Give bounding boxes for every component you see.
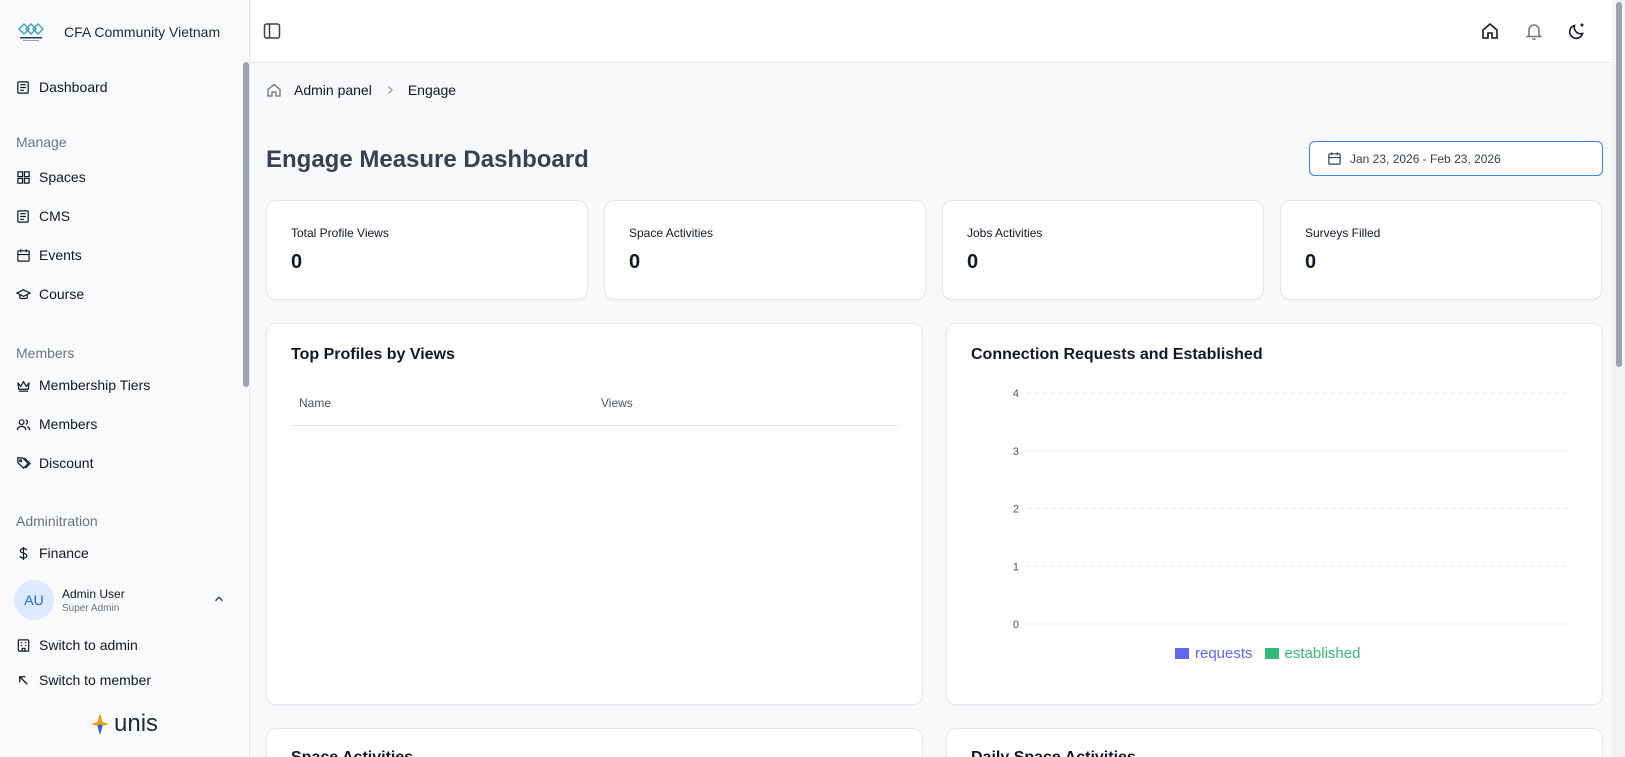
sidebar-item-members[interactable]: Members xyxy=(16,416,97,432)
calendar-icon xyxy=(17,248,30,262)
switch-to-admin-button[interactable]: Switch to admin xyxy=(16,637,138,653)
sidebar-item-events[interactable]: Events xyxy=(16,247,82,263)
newspaper-icon xyxy=(17,80,29,94)
cfa-logo-icon xyxy=(18,23,44,41)
stat-value: 0 xyxy=(967,251,979,273)
topbar xyxy=(251,0,1625,63)
stat-card-surveys-filled: Surveys Filled 0 xyxy=(1280,200,1602,300)
breadcrumb: Admin panel Engage xyxy=(266,82,456,98)
unis-logo-text: unis xyxy=(114,710,159,737)
switch-to-member-button[interactable]: Switch to member xyxy=(16,672,151,688)
user-role: Super Admin xyxy=(62,602,120,614)
stat-value: 0 xyxy=(1305,251,1317,273)
bell-icon[interactable] xyxy=(1524,21,1544,41)
newspaper-icon xyxy=(17,209,29,223)
stat-label: Space Activities xyxy=(629,226,714,240)
stat-card-jobs-activities: Jobs Activities 0 xyxy=(942,200,1264,300)
sparkle-logo-icon xyxy=(91,713,109,735)
y-tick-label: 1 xyxy=(1013,561,1019,573)
stat-label: Total Profile Views xyxy=(291,226,389,240)
legend-swatch-established xyxy=(1264,648,1279,659)
sidebar-item-label: CMS xyxy=(39,208,71,224)
section-label-manage: Manage xyxy=(16,134,67,150)
y-tick-label: 4 xyxy=(1013,388,1019,400)
switch-to-member-label: Switch to member xyxy=(39,672,152,688)
brand-name: CFA Community Vietnam xyxy=(64,24,221,40)
sidebar-item-label: Spaces xyxy=(39,169,86,185)
sidebar-item-label: Members xyxy=(39,416,98,432)
sidebar-item-membership-tiers[interactable]: Membership Tiers xyxy=(16,377,150,393)
legend-label-requests[interactable]: requests xyxy=(1195,645,1253,662)
sidebar-item-label: Membership Tiers xyxy=(39,377,151,393)
crown-icon xyxy=(17,380,30,392)
arrow-up-left-icon xyxy=(19,675,28,685)
sidebar-toggle-icon[interactable] xyxy=(262,21,282,41)
section-label-members: Members xyxy=(16,345,75,361)
calendar-icon xyxy=(1328,152,1341,165)
panel-title: Space Activities xyxy=(291,749,413,757)
sidebar-item-label: Discount xyxy=(39,455,94,471)
brand[interactable]: CFA Community Vietnam xyxy=(16,18,220,46)
switch-to-admin-label: Switch to admin xyxy=(39,637,138,653)
date-range-value: Jan 23, 2026 - Feb 23, 2026 xyxy=(1350,151,1501,166)
unis-logo: unis xyxy=(90,710,158,738)
y-tick-label: 0 xyxy=(1013,619,1019,631)
stat-card-space-activities: Space Activities 0 xyxy=(604,200,926,300)
building-icon xyxy=(17,638,30,652)
sidebar-item-dashboard[interactable]: Dashboard xyxy=(16,79,108,95)
chart-legend: requests established xyxy=(1175,645,1360,662)
y-tick-label: 2 xyxy=(1013,504,1019,516)
chevron-right-icon xyxy=(387,86,393,94)
breadcrumb-current: Engage xyxy=(407,82,457,98)
stat-value: 0 xyxy=(291,251,303,273)
sidebar-scrollbar[interactable] xyxy=(243,62,249,387)
daily-space-activities-panel: Daily Space Activities xyxy=(946,728,1603,757)
home-breadcrumb-icon[interactable] xyxy=(266,82,282,98)
user-menu[interactable]: AU Admin User Super Admin xyxy=(14,580,236,620)
date-range-picker[interactable]: Jan 23, 2026 - Feb 23, 2026 xyxy=(1309,141,1603,176)
panel-title: Daily Space Activities xyxy=(971,749,1136,757)
space-activities-panel: Space Activities xyxy=(266,728,923,757)
users-icon xyxy=(16,418,31,430)
graduation-cap-icon xyxy=(16,288,31,299)
sidebar-item-label: Events xyxy=(39,247,82,263)
sidebar-item-cms[interactable]: CMS xyxy=(16,208,70,224)
stat-card-total-profile-views: Total Profile Views 0 xyxy=(266,200,588,300)
stat-label: Jobs Activities xyxy=(967,226,1043,240)
y-tick-label: 3 xyxy=(1013,446,1019,458)
column-header-name[interactable]: Name xyxy=(299,396,331,410)
sidebar-item-course[interactable]: Course xyxy=(16,286,84,302)
column-header-views[interactable]: Views xyxy=(601,396,633,410)
legend-swatch-requests xyxy=(1175,648,1189,659)
panel-title: Top Profiles by Views xyxy=(291,346,455,363)
breadcrumb-admin-panel[interactable]: Admin panel xyxy=(294,82,372,98)
sidebar-item-label: Finance xyxy=(39,545,89,561)
grid-icon xyxy=(17,170,30,184)
top-profiles-panel: Top Profiles by Views Name Views xyxy=(266,323,923,705)
stat-label: Surveys Filled xyxy=(1305,226,1381,240)
chevron-up-icon[interactable] xyxy=(212,592,226,606)
table-header: Name Views xyxy=(291,396,899,426)
tags-icon xyxy=(17,456,31,469)
legend-label-established[interactable]: established xyxy=(1285,645,1361,662)
sidebar: CFA Community Vietnam Dashboard Manage S… xyxy=(0,0,250,757)
moon-icon[interactable] xyxy=(1567,21,1587,41)
sidebar-item-finance[interactable]: Finance xyxy=(16,545,89,561)
home-icon[interactable] xyxy=(1480,21,1500,41)
sidebar-item-discount[interactable]: Discount xyxy=(16,455,93,471)
page-title: Engage Measure Dashboard xyxy=(266,146,589,173)
sidebar-item-spaces[interactable]: Spaces xyxy=(16,169,86,185)
sidebar-item-label: Dashboard xyxy=(39,79,108,95)
section-label-administration: Adminitration xyxy=(16,513,98,529)
user-name: Admin User xyxy=(62,586,125,601)
page-scrollbar[interactable] xyxy=(1616,2,1622,367)
avatar: AU xyxy=(14,580,54,620)
stat-value: 0 xyxy=(629,251,641,273)
sidebar-item-label: Course xyxy=(39,286,85,302)
dollar-icon xyxy=(19,546,28,560)
